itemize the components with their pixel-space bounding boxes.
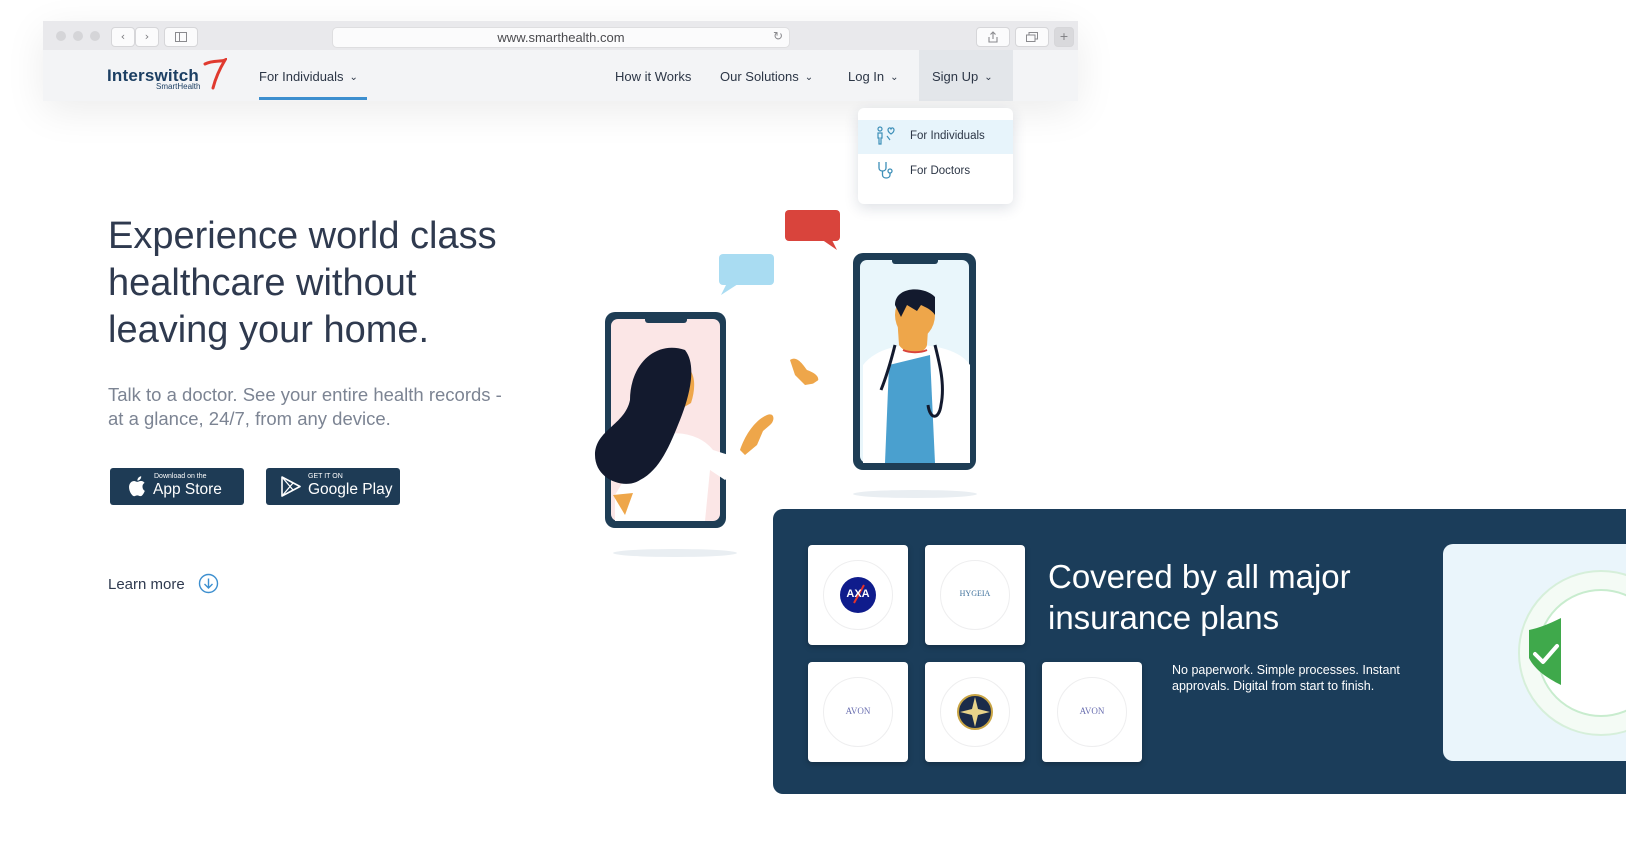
compass-logo-icon (957, 694, 993, 730)
chevron-down-icon: ⌄ (804, 72, 814, 83)
signup-dropdown: For Individuals For Doctors (858, 108, 1013, 204)
security-card (1443, 544, 1626, 761)
site-navbar: Interswitch SmartHealth For Individuals ⌄… (43, 50, 1078, 101)
headline-line: Experience world class (108, 215, 497, 257)
insurer-card-avon: AVON (808, 662, 908, 762)
google-play-button[interactable]: GET IT ON Google Play (266, 468, 400, 505)
address-bar[interactable]: www.smarthealth.com ↻ (332, 27, 790, 48)
patients-icon (877, 126, 895, 145)
sidebar-toggle-icon[interactable] (164, 27, 198, 47)
url-text: www.smarthealth.com (497, 30, 625, 45)
dropdown-item-label: For Individuals (910, 130, 985, 142)
brand-logo[interactable]: Interswitch SmartHealth (107, 58, 227, 91)
insurance-subtitle-line: approvals. Digital from start to finish. (1172, 679, 1375, 693)
dropdown-item-label: For Doctors (910, 165, 971, 177)
active-nav-underline (259, 97, 367, 100)
nav-how-it-works[interactable]: How it Works (615, 69, 691, 84)
logo-subtitle: SmartHealth (156, 82, 201, 91)
insurer-name: AVON (1079, 706, 1105, 716)
google-play-icon (281, 476, 301, 497)
nav-log-in-label: Log In (848, 69, 885, 84)
apple-icon (129, 476, 145, 497)
app-store-small-text: Download on the (154, 473, 207, 480)
chevron-right-icon[interactable]: › (135, 27, 159, 47)
shield-check-icon (1518, 570, 1626, 736)
nav-sign-up[interactable]: Sign Up ⌄ (932, 69, 993, 84)
stethoscope-icon (878, 162, 893, 179)
nav-our-solutions-label: Our Solutions (720, 69, 799, 84)
insurance-subtitle-line: No paperwork. Simple processes. Instant (1172, 663, 1400, 677)
app-store-button[interactable]: Download on the App Store (110, 468, 244, 505)
google-play-big-text: Google Play (308, 481, 393, 498)
nav-for-individuals[interactable]: For Individuals ⌄ (259, 69, 358, 84)
chevron-down-icon: ⌄ (349, 72, 358, 83)
chevron-left-icon[interactable]: ‹ (111, 27, 135, 47)
insurer-card-compass (925, 662, 1025, 762)
insurance-title-line: insurance plans (1048, 599, 1280, 636)
hero-subheadline: Talk to a doctor. See your entire health… (108, 383, 568, 431)
insurance-title-line: Covered by all major (1048, 558, 1351, 595)
subheadline-line: Talk to a doctor. See your entire health… (108, 384, 502, 405)
minimize-window-dot[interactable] (73, 31, 83, 41)
insurance-subtitle: No paperwork. Simple processes. Instant … (1172, 662, 1442, 694)
insurer-name: AXA (846, 588, 870, 600)
insurer-card-avon-2: AVON (1042, 662, 1142, 762)
new-tab-icon[interactable]: + (1054, 27, 1074, 47)
share-icon[interactable] (976, 27, 1010, 47)
insurer-name: HYGEIA (959, 589, 991, 598)
arrow-down-circle-icon[interactable] (198, 573, 219, 594)
subheadline-line: at a glance, 24/7, from any device. (108, 408, 391, 429)
browser-window: ‹ › www.smarthealth.com ↻ + Interswitch … (43, 21, 1078, 101)
reload-icon[interactable]: ↻ (773, 29, 783, 43)
google-play-small-text: GET IT ON (308, 473, 343, 480)
insurer-card-hygeia: HYGEIA (925, 545, 1025, 645)
tabs-icon[interactable] (1015, 27, 1049, 47)
app-store-big-text: App Store (153, 481, 222, 498)
dropdown-item-doctors[interactable]: For Doctors (858, 155, 1013, 189)
dropdown-item-individuals[interactable]: For Individuals (858, 120, 1013, 154)
headline-line: healthcare without (108, 262, 417, 304)
headline-line: leaving your home. (108, 309, 430, 351)
insurer-card-axa: AXA (808, 545, 908, 645)
insurance-title: Covered by all major insurance plans (1048, 556, 1428, 638)
hero-headline: Experience world class healthcare withou… (108, 213, 578, 354)
nav-for-individuals-label: For Individuals (259, 69, 344, 84)
maximize-window-dot[interactable] (90, 31, 100, 41)
nav-log-in[interactable]: Log In ⌄ (848, 69, 899, 84)
close-window-dot[interactable] (56, 31, 66, 41)
chevron-down-icon: ⌄ (890, 72, 899, 83)
chevron-down-icon: ⌄ (984, 72, 993, 83)
browser-toolbar: ‹ › www.smarthealth.com ↻ + (43, 21, 1078, 51)
learn-more-link[interactable]: Learn more (108, 576, 185, 593)
nav-our-solutions[interactable]: Our Solutions ⌄ (720, 69, 813, 84)
nav-sign-up-label: Sign Up (932, 69, 979, 84)
insurer-name: AVON (845, 706, 871, 716)
logo-swoosh-icon (203, 58, 227, 90)
